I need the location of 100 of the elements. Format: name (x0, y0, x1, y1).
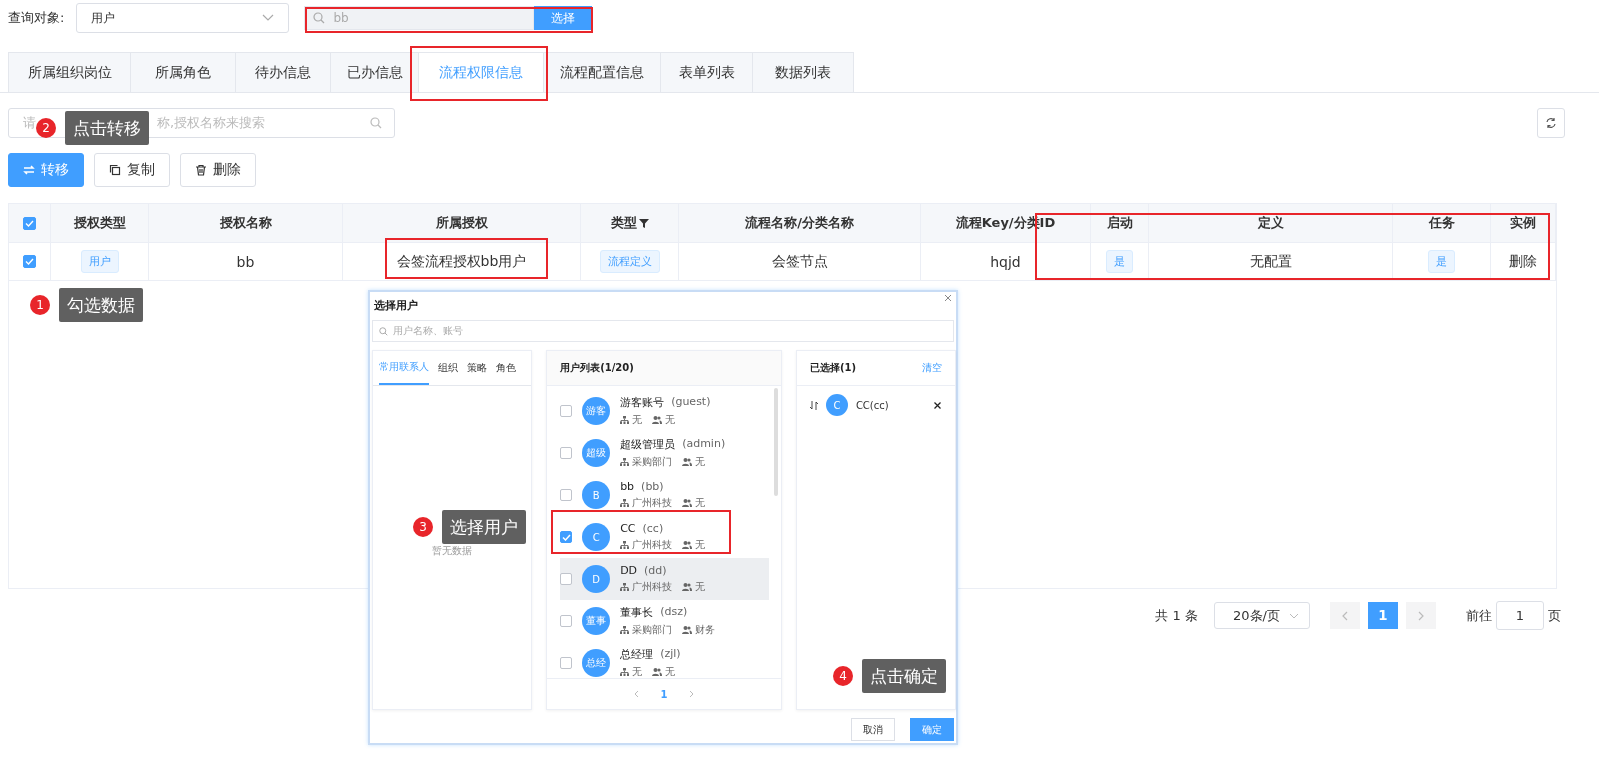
users-icon (652, 416, 663, 424)
user-checkbox[interactable] (560, 657, 573, 669)
delete-button[interactable]: 删除 (180, 153, 256, 187)
cancel-button[interactable]: 取消 (851, 718, 895, 741)
total-count: 共 1 条 (1155, 606, 1198, 625)
user-name: 超级管理员 (620, 437, 676, 452)
user-row[interactable]: 超级 超级管理员 (admin) 采购部门 无 (560, 432, 769, 474)
user-checkbox[interactable] (560, 489, 573, 501)
user-checkbox[interactable] (560, 615, 573, 627)
org-icon (620, 583, 630, 591)
org-text: 采购部门 (632, 623, 673, 637)
step-badge: 2 (36, 118, 56, 138)
user-name: CC (620, 522, 636, 535)
column-header: 定义 (1257, 214, 1284, 232)
user-checkbox[interactable] (560, 447, 573, 459)
column-header: 启动 (1106, 214, 1133, 232)
tab[interactable]: 数据列表 (753, 53, 853, 92)
user-checkbox[interactable] (560, 573, 573, 585)
avatar: C (825, 394, 848, 416)
refresh-button[interactable] (1537, 108, 1565, 138)
user-row[interactable]: B bb (bb) 广州科技 无 (560, 474, 769, 516)
panel-title: 已选择(1) (809, 361, 856, 375)
user-row[interactable]: C CC (cc) 广州科技 无 (560, 516, 769, 558)
query-select[interactable]: 用户 (76, 3, 290, 33)
table-cell: 无配置 (1249, 252, 1292, 271)
page-size-select[interactable]: 20条/页 (1214, 602, 1310, 629)
next-page-icon[interactable] (689, 690, 695, 698)
tab[interactable]: 所属角色 (131, 53, 236, 92)
tab[interactable]: 策略 (467, 351, 487, 385)
org-icon (620, 668, 630, 676)
avatar: 游客 (582, 397, 611, 425)
tag: 用户 (80, 250, 119, 273)
tab[interactable]: 角色 (496, 351, 516, 385)
user-row[interactable]: 游客 游客账号 (guest) 无 无 (560, 390, 769, 432)
close-icon[interactable] (944, 294, 952, 302)
tag: 流程定义 (599, 250, 660, 273)
copy-icon (109, 164, 121, 176)
avatar: 董事 (582, 607, 611, 635)
user-account: (dsz) (660, 605, 688, 620)
avatar: D (582, 565, 611, 593)
users-icon (682, 541, 693, 549)
org-text: 广州科技 (632, 496, 673, 510)
org-icon (620, 626, 630, 634)
tab[interactable]: 待办信息 (236, 53, 331, 92)
previous-page-icon[interactable] (633, 690, 639, 698)
sort-icon[interactable] (809, 400, 818, 410)
org-icon (620, 541, 630, 549)
user-name: 总经理 (620, 647, 654, 662)
filter-icon[interactable] (638, 218, 649, 228)
user-checkbox[interactable] (560, 531, 573, 543)
user-account: (bb) (641, 480, 664, 493)
role-text: 无 (695, 496, 706, 510)
tab[interactable]: 所属组织岗位 (9, 53, 131, 92)
user-account: (cc) (642, 522, 664, 535)
tab[interactable]: 组织 (438, 351, 458, 385)
user-name: 游客账号 (620, 395, 665, 410)
row-checkbox[interactable] (23, 255, 36, 268)
user-account: (admin) (682, 437, 726, 452)
copy-button[interactable]: 复制 (94, 153, 170, 187)
org-icon (620, 499, 630, 507)
swap-arrows-icon (23, 165, 35, 175)
org-text: 采购部门 (632, 455, 673, 469)
user-row[interactable]: D DD (dd) 广州科技 无 (560, 558, 769, 600)
tag: 是 (1428, 250, 1455, 273)
user-account: (zjl) (660, 647, 681, 662)
org-text: 广州科技 (632, 538, 673, 552)
page-unit: 页 (1548, 606, 1561, 625)
users-icon (682, 626, 693, 634)
role-text: 无 (695, 580, 706, 594)
previous-page-button[interactable] (1330, 602, 1360, 629)
role-text: 财务 (695, 623, 716, 637)
empty-text: 暂无数据 (432, 543, 473, 558)
user-name: 董事长 (620, 605, 654, 620)
column-header: 类型 (610, 214, 637, 232)
chevron-down-icon (262, 14, 275, 22)
user-checkbox[interactable] (560, 405, 573, 417)
avatar: 超级 (582, 439, 611, 467)
page-input[interactable]: 1 (1496, 601, 1544, 630)
next-page-button[interactable] (1406, 602, 1436, 629)
users-icon (682, 499, 693, 507)
table-cell: bb (236, 253, 255, 270)
org-text: 无 (632, 665, 643, 678)
column-header: 授权名称 (219, 214, 272, 232)
tab[interactable]: 表单列表 (661, 53, 753, 92)
select-all-checkbox[interactable] (23, 216, 36, 230)
callout-label: 勾选数据 (59, 288, 143, 322)
search-icon (379, 326, 388, 336)
tab[interactable]: 流程配置信息 (544, 53, 661, 92)
chevron-down-icon (1289, 612, 1299, 619)
scrollbar[interactable] (773, 388, 778, 496)
users-icon (652, 668, 663, 676)
user-row[interactable]: 董事 董事长 (dsz) 采购部门 财务 (560, 600, 769, 642)
query-label: 查询对象: (8, 9, 65, 27)
table-cell: 删除 (1509, 252, 1537, 271)
user-name: bb (620, 480, 635, 493)
trash-icon (195, 164, 207, 176)
tag: 是 (1106, 250, 1133, 273)
user-row[interactable]: 总经 总经理 (zjl) 无 无 (560, 642, 769, 678)
org-icon (620, 416, 630, 424)
remove-icon[interactable] (934, 401, 941, 409)
